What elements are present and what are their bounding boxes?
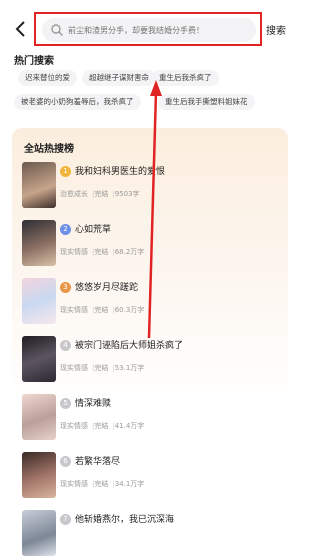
book-title: 悠悠岁月尽蹉跎 — [75, 283, 139, 293]
book-meta: 现实情感 |完结 |68.2万字 — [60, 248, 145, 256]
rank-badge: 1 — [60, 166, 71, 177]
book-genre: 现实情感 — [60, 306, 88, 314]
rank-badge: 2 — [60, 224, 71, 235]
book-cover — [22, 510, 56, 556]
back-arrow-icon — [15, 21, 25, 37]
book-title: 被宗门诬陷后大师姐杀疯了 — [75, 341, 184, 351]
rank-badge: 5 — [60, 398, 71, 409]
book-status: 完结 — [94, 364, 109, 372]
book-item[interactable]: 2 心如荒草 现实情感 |完结 |68.2万字 — [22, 220, 282, 270]
book-words: 60.3万字 — [114, 306, 145, 314]
book-title: 他斩婚燕尔，我已沉深海 — [75, 515, 175, 525]
rank-badge: 4 — [60, 340, 71, 351]
book-words: 9503字 — [114, 190, 140, 198]
rank-badge: 7 — [60, 514, 71, 525]
hot-search-title: 热门搜索 — [14, 56, 54, 67]
book-meta: 现实情感 |完结 |53.1万字 — [60, 364, 145, 372]
book-title: 我和妇科男医生的爱恨 — [75, 167, 166, 177]
search-input[interactable] — [64, 25, 248, 35]
hot-tag[interactable]: 迟来替位的爱 — [18, 70, 77, 86]
book-cover — [22, 394, 56, 440]
back-button[interactable] — [10, 18, 32, 40]
rank-badge: 6 — [60, 456, 71, 467]
search-icon — [51, 24, 63, 36]
book-cover — [22, 162, 56, 208]
rank-badge: 3 — [60, 282, 71, 293]
book-status: 完结 — [94, 248, 109, 256]
book-genre: 现实情感 — [60, 364, 88, 372]
book-cover — [22, 278, 56, 324]
book-words: 34.1万字 — [114, 480, 145, 488]
book-cover — [22, 220, 56, 266]
book-cover — [22, 336, 56, 382]
book-genre: 现实情感 — [60, 422, 88, 430]
book-item[interactable]: 4 被宗门诬陷后大师姐杀疯了 现实情感 |完结 |53.1万字 — [22, 336, 282, 386]
book-meta: 现实情感 |完结 |41.4万字 — [60, 422, 145, 430]
book-genre: 现实情感 — [60, 480, 88, 488]
hot-tag[interactable]: 重生后我手撕塑料姐妹花 — [158, 94, 255, 110]
book-status: 完结 — [94, 422, 109, 430]
book-item[interactable]: 7 他斩婚燕尔，我已沉深海 — [22, 510, 282, 560]
hot-tag[interactable]: 被老婆的小奶狗羞辱后，我杀疯了 — [14, 94, 141, 110]
book-title: 若繁华落尽 — [75, 457, 121, 467]
book-words: 41.4万字 — [114, 422, 145, 430]
hot-tag[interactable]: 重生后我杀疯了 — [152, 70, 219, 86]
ranking-card: 全站热搜榜 1 我和妇科男医生的爱恨 治愈成长 |完结 |9503字 2 心如荒草 … — [12, 128, 288, 556]
book-meta: 现实情感 |完结 |34.1万字 — [60, 480, 145, 488]
book-words: 53.1万字 — [114, 364, 145, 372]
search-field[interactable] — [42, 18, 256, 42]
top-bar: 搜索 — [0, 0, 300, 56]
book-item[interactable]: 1 我和妇科男医生的爱恨 治愈成长 |完结 |9503字 — [22, 162, 282, 212]
ranking-title: 全站热搜榜 — [24, 144, 74, 155]
book-status: 完结 — [94, 306, 109, 314]
book-title: 情深难赎 — [75, 399, 112, 409]
book-item[interactable]: 5 情深难赎 现实情感 |完结 |41.4万字 — [22, 394, 282, 444]
book-status: 完结 — [94, 190, 109, 198]
book-words: 68.2万字 — [114, 248, 145, 256]
book-cover — [22, 452, 56, 498]
book-item[interactable]: 6 若繁华落尽 现实情感 |完结 |34.1万字 — [22, 452, 282, 502]
book-status: 完结 — [94, 480, 109, 488]
book-item[interactable]: 3 悠悠岁月尽蹉跎 现实情感 |完结 |60.3万字 — [22, 278, 282, 328]
book-title: 心如荒草 — [75, 225, 112, 235]
book-meta: 治愈成长 |完结 |9503字 — [60, 190, 140, 198]
book-genre: 现实情感 — [60, 248, 88, 256]
hot-tag[interactable]: 超越继子谋财害命 — [82, 70, 156, 86]
search-button[interactable]: 搜索 — [266, 22, 286, 37]
book-genre: 治愈成长 — [60, 190, 88, 198]
book-meta: 现实情感 |完结 |60.3万字 — [60, 306, 145, 314]
